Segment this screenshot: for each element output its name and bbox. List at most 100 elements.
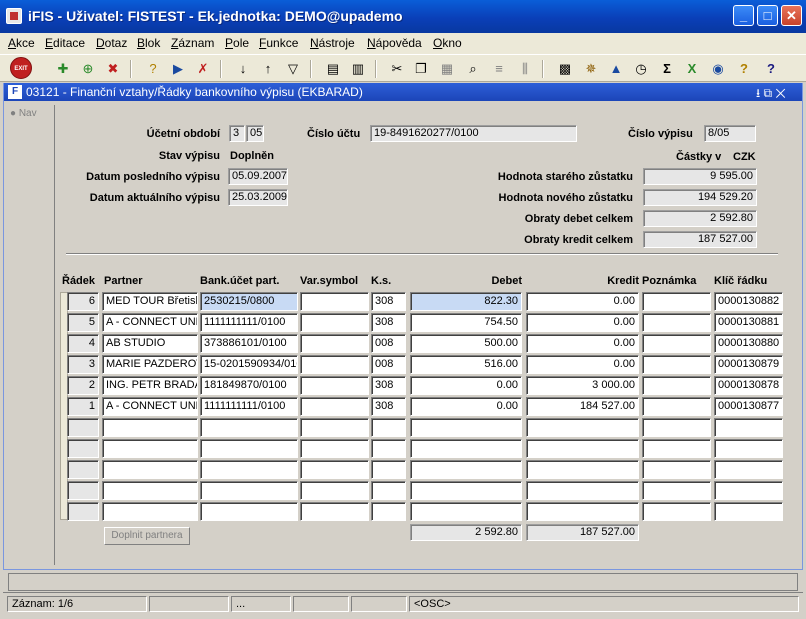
cell-pozn[interactable] (642, 334, 711, 353)
sort-asc-icon[interactable]: ↓ (232, 58, 254, 80)
cell-pozn[interactable] (642, 460, 711, 479)
hodnota-stareho-field[interactable]: 9 595.00 (643, 168, 757, 185)
cell-partner[interactable] (102, 481, 198, 500)
cell-vs[interactable] (300, 418, 369, 437)
exit-button[interactable]: EXIT (10, 57, 32, 79)
query-icon[interactable]: ? (142, 58, 164, 80)
cell-partner[interactable]: ING. PETR BRADAČ (102, 376, 198, 395)
cell-radek[interactable]: 3 (67, 355, 99, 374)
calculator-icon[interactable]: ▩ (554, 58, 576, 80)
datum-aktualniho-field[interactable]: 25.03.2009 (228, 189, 288, 206)
cell-partner[interactable]: A - CONNECT UNE (102, 397, 198, 416)
cell-ks[interactable]: 308 (371, 313, 406, 332)
cell-vs[interactable] (300, 502, 369, 521)
menu-nastroje[interactable]: Nástroje (310, 36, 355, 50)
menu-editace[interactable]: Editace (45, 36, 85, 50)
menu-napoveda[interactable]: Nápověda (367, 36, 422, 50)
nav-label[interactable]: ● Nav (10, 108, 37, 119)
list-icon[interactable]: ≡ (488, 58, 510, 80)
maximize-button[interactable]: □ (757, 5, 778, 26)
cancel-query-icon[interactable]: ✗ (192, 58, 214, 80)
cell-radek[interactable]: 1 (67, 397, 99, 416)
cell-debet[interactable] (410, 439, 522, 458)
cell-kredit[interactable] (526, 502, 639, 521)
print-icon[interactable]: ▤ (322, 58, 344, 80)
cell-kredit[interactable] (526, 460, 639, 479)
question-icon[interactable]: ? (760, 58, 782, 80)
cell-ucet[interactable] (200, 481, 298, 500)
cell-debet[interactable]: 754.50 (410, 313, 522, 332)
cell-debet[interactable] (410, 502, 522, 521)
cell-kredit[interactable]: 0.00 (526, 334, 639, 353)
menu-zaznam[interactable]: Záznam (171, 36, 214, 50)
cell-ks[interactable]: 308 (371, 397, 406, 416)
obraty-debet-field[interactable]: 2 592.80 (643, 210, 757, 227)
cell-radek[interactable]: 5 (67, 313, 99, 332)
add-record-icon[interactable]: ✚ (52, 58, 74, 80)
cell-kredit[interactable] (526, 481, 639, 500)
cell-debet[interactable]: 500.00 (410, 334, 522, 353)
sum-icon[interactable]: Σ (656, 58, 678, 80)
cell-ks[interactable] (371, 481, 406, 500)
cell-vs[interactable] (300, 292, 369, 311)
cell-ks[interactable]: 308 (371, 292, 406, 311)
menu-akce[interactable]: Akce (8, 36, 35, 50)
cell-pozn[interactable] (642, 292, 711, 311)
cell-vs[interactable] (300, 460, 369, 479)
cell-kredit[interactable] (526, 439, 639, 458)
menu-pole[interactable]: Pole (225, 36, 249, 50)
cell-vs[interactable] (300, 376, 369, 395)
cell-vs[interactable] (300, 481, 369, 500)
filter-icon[interactable]: ▽ (282, 58, 304, 80)
cell-ucet[interactable]: 1111111111/0100 (200, 397, 298, 416)
cell-klic[interactable] (714, 460, 783, 479)
cell-pozn[interactable] (642, 418, 711, 437)
excel-icon[interactable]: X (681, 58, 703, 80)
cell-ucet[interactable]: 2530215/0800 (200, 292, 298, 311)
form-window-controls[interactable]: ⭳ ⧉ ✕ (756, 84, 786, 105)
delete-record-icon[interactable]: ✖ (102, 58, 124, 80)
cell-klic[interactable] (714, 502, 783, 521)
cell-vs[interactable] (300, 439, 369, 458)
ucetni-obdobi-mesic-field[interactable]: 05 (246, 125, 264, 142)
cell-vs[interactable] (300, 355, 369, 374)
cell-ucet[interactable]: 181849870/0100 (200, 376, 298, 395)
cell-kredit[interactable]: 0.00 (526, 292, 639, 311)
cell-klic[interactable]: 0000130878 (714, 376, 783, 395)
copy-icon[interactable]: ❐ (410, 58, 432, 80)
cell-partner[interactable] (102, 418, 198, 437)
datum-posledniho-field[interactable]: 05.09.2007 (228, 168, 288, 185)
sort-desc-icon[interactable]: ↑ (257, 58, 279, 80)
cell-partner[interactable]: MED TOUR Břetislav (102, 292, 198, 311)
cell-pozn[interactable] (642, 313, 711, 332)
cell-vs[interactable] (300, 313, 369, 332)
cell-kredit[interactable]: 0.00 (526, 355, 639, 374)
cell-kredit[interactable]: 3 000.00 (526, 376, 639, 395)
obraty-kredit-field[interactable]: 187 527.00 (643, 231, 757, 248)
cell-radek[interactable] (67, 439, 99, 458)
close-button[interactable]: ✕ (781, 5, 802, 26)
cell-partner[interactable]: A - CONNECT UNE (102, 313, 198, 332)
cell-pozn[interactable] (642, 481, 711, 500)
cell-kredit[interactable]: 0.00 (526, 313, 639, 332)
hodnota-noveho-field[interactable]: 194 529.20 (643, 189, 757, 206)
cell-ks[interactable] (371, 460, 406, 479)
paste-icon[interactable]: ▦ (436, 58, 458, 80)
cell-klic[interactable] (714, 439, 783, 458)
cell-ks[interactable] (371, 418, 406, 437)
cell-debet[interactable]: 0.00 (410, 397, 522, 416)
menu-dotaz[interactable]: Dotaz (96, 36, 127, 50)
cell-debet[interactable]: 822.30 (410, 292, 522, 311)
cell-ucet[interactable]: 1111111111/0100 (200, 313, 298, 332)
minimize-button[interactable]: _ (733, 5, 754, 26)
cell-ks[interactable]: 008 (371, 355, 406, 374)
cell-klic[interactable]: 0000130877 (714, 397, 783, 416)
menu-funkce[interactable]: Funkce (259, 36, 298, 50)
cell-pozn[interactable] (642, 397, 711, 416)
cell-radek[interactable]: 6 (67, 292, 99, 311)
cell-partner[interactable]: MARIE PAZDEROVÁ (102, 355, 198, 374)
cell-klic[interactable] (714, 481, 783, 500)
cell-kredit[interactable] (526, 418, 639, 437)
cell-ks[interactable] (371, 439, 406, 458)
menu-okno[interactable]: Okno (433, 36, 462, 50)
